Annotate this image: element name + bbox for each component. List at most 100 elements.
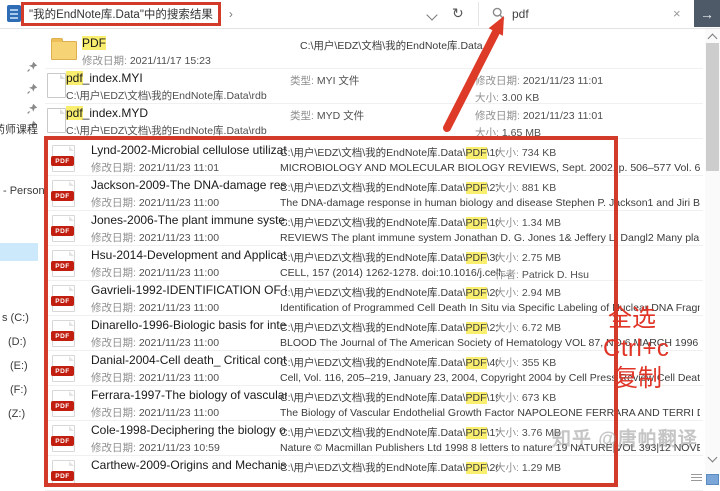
search-box[interactable]: × → (479, 0, 720, 28)
file-meta-value: 2.94 MB (522, 287, 561, 299)
explorer-document-icon (7, 5, 21, 22)
scroll-down-icon[interactable] (708, 453, 718, 463)
file-sub-label: 修改日期: (91, 442, 139, 454)
file-detail: REVIEWS The plant immune system Jonathan… (280, 232, 700, 244)
search-highlight: PDF (466, 217, 487, 229)
file-meta-label: 大小: (495, 462, 522, 474)
details-view-icon[interactable] (691, 474, 702, 483)
thumbnail-view-icon[interactable] (706, 474, 719, 485)
file-meta-value: 355 KB (522, 357, 556, 369)
file-row[interactable]: PDFGavrieli-1992-IDENTIFICATION OF PR...… (45, 280, 703, 316)
search-results-list: PDF 修改日期: 2021/11/17 15:23 C:\用户\EDZ\文档\我的… (0, 29, 705, 484)
file-detail: Identification of Programmed Cell Death … (280, 302, 700, 314)
sidebar-selected-item[interactable] (0, 243, 38, 261)
file-row[interactable]: PDFLynd-2002-Microbial cellulose utiliza… (45, 140, 703, 176)
vertical-scrollbar[interactable] (705, 29, 720, 473)
sidebar-item[interactable]: (F:) (10, 384, 27, 396)
scrollbar-thumb[interactable] (706, 43, 719, 171)
file-row[interactable]: PDFFerrara-1997-The biology of vascular … (45, 385, 703, 421)
file-sub-value: 2021/11/23 10:59 (139, 442, 220, 454)
file-path: C:\用户\EDZ\文档\我的EndNote库.Data\PDF\21... (280, 320, 498, 335)
file-meta-label: 修改日期: (475, 110, 523, 122)
pdf-icon: PDF (52, 320, 75, 347)
file-meta-label: 大小: (495, 217, 522, 229)
file-sub: 修改日期: 2021/11/17 15:23 (82, 53, 211, 68)
file-sub-value: 2021/11/23 11:00 (139, 407, 219, 419)
file-sub-label: 修改日期: (91, 162, 139, 174)
pdf-badge: PDF (51, 471, 74, 481)
refresh-icon[interactable]: ↻ (452, 5, 464, 22)
file-name: Jackson-2009-The DNA-damage resp... (91, 178, 287, 192)
file-row[interactable]: PDF Jackson-2009-The DNA-damage resp... 修改… (45, 175, 703, 211)
breadcrumb[interactable]: "我的EndNote库.Data"中的搜索结果 › (21, 0, 233, 28)
search-highlight: PDF (466, 462, 487, 474)
sidebar-item[interactable]: (Z:) (8, 408, 25, 420)
file-row[interactable]: pdf_index.MYIC:\用户\EDZ\文档\我的EndNote库.Dat… (45, 68, 703, 104)
file-path: C:\用户\EDZ\文档\我的EndNote库.Data (300, 38, 518, 53)
pin-icon (27, 81, 38, 92)
file-path: C:\用户\EDZ\文档\我的EndNote库.Data\PDF\10... (280, 145, 498, 160)
file-sub: 修改日期: 2021/11/23 11:00 (91, 230, 287, 245)
file-detail: Cell, Vol. 116, 205–219, January 23, 200… (280, 372, 700, 384)
sidebar-item[interactable]: s (C:) (2, 312, 29, 324)
file-path: C:\用户\EDZ\文档\我的EndNote库.Data\PDF\26... (280, 460, 498, 475)
file-meta-value: 2.75 MB (522, 252, 561, 264)
file-meta: 大小: 2.75 MB (495, 250, 589, 265)
file-sub-label: 修改日期: (82, 55, 130, 67)
file-sub-value: C:\用户\EDZ\文档\我的EndNote库.Data\rdb (66, 90, 267, 102)
chevron-down-icon[interactable] (426, 9, 437, 20)
search-input[interactable] (510, 4, 644, 24)
file-sub: 修改日期: 2021/11/23 11:00 (91, 195, 287, 210)
file-sub-value: 2021/11/23 11:00 (139, 232, 219, 244)
file-sub-value: 2021/11/17 15:23 (130, 55, 211, 67)
file-name: Hsu-2014-Development and Applicat... (91, 248, 287, 262)
search-highlight: PDF (466, 357, 487, 369)
file-detail: Nature © Macmillan Publishers Ltd 1998 8… (280, 442, 700, 454)
file-row[interactable]: pdf_index.MYDC:\用户\EDZ\文档\我的EndNote库.Dat… (45, 103, 703, 139)
breadcrumb-chevron-icon: › (229, 7, 233, 21)
file-type-label: 类型: (290, 75, 317, 87)
search-go-button[interactable]: → (694, 0, 720, 27)
file-meta: 大小: 1.29 MB (495, 460, 561, 475)
file-name: Cole-1998-Deciphering the biology o... (91, 423, 287, 437)
file-meta-value: 1.29 MB (522, 462, 561, 474)
file-row[interactable]: PDFJones-2006-The plant immune syste...修… (45, 210, 703, 246)
file-row[interactable]: PDFDinarello-1996-Biologic basis for int… (45, 315, 703, 351)
file-sub-value: 2021/11/23 11:00 (139, 372, 219, 384)
search-highlight: PDF (466, 287, 487, 299)
file-meta: 大小: 6.72 MB (495, 320, 561, 335)
pdf-icon: PDF (52, 285, 75, 312)
file-detail: The DNA-damage response in human biology… (280, 197, 700, 209)
clear-search-icon[interactable]: × (673, 6, 681, 21)
sidebar-item[interactable]: (E:) (10, 360, 28, 372)
file-sub-label: 修改日期: (91, 197, 139, 209)
file-meta-label: 大小: (495, 147, 522, 159)
sidebar-item[interactable]: - Persona (3, 185, 45, 197)
file-row[interactable]: PDF Cole-1998-Deciphering the biology o..… (45, 420, 703, 456)
file-meta-label: 大小: (495, 322, 522, 334)
address-bar-title[interactable]: "我的EndNote库.Data"中的搜索结果 (21, 2, 221, 26)
file-meta: 大小: 1.34 MB (495, 215, 561, 230)
file-meta-label: 大小: (495, 252, 522, 264)
file-path: C:\用户\EDZ\文档\我的EndNote库.Data\PDF\17... (280, 425, 498, 440)
sidebar-item[interactable]: (D:) (8, 336, 26, 348)
pdf-icon: PDF (52, 145, 75, 172)
file-row[interactable]: PDFDanial-2004-Cell death_ Critical cont… (45, 350, 703, 386)
scroll-up-icon[interactable] (708, 34, 718, 44)
file-sub-value: 2021/11/23 11:00 (139, 197, 219, 209)
file-sub: 修改日期: 2021/11/23 11:00 (91, 370, 287, 385)
folder-icon (51, 41, 77, 60)
file-row[interactable]: PDFCarthew-2009-Origins and Mechanis...C… (45, 455, 703, 491)
sidebar-item[interactable]: 药师课程 (0, 121, 38, 137)
file-sub-label: 修改日期: (91, 302, 139, 314)
file-meta-value: 2021/11/23 11:01 (523, 110, 603, 122)
file-icon (47, 73, 66, 98)
file-icon (47, 108, 66, 133)
file-row[interactable]: PDFHsu-2014-Development and Applicat...修… (45, 245, 703, 281)
pdf-badge: PDF (51, 191, 74, 201)
toolbar: "我的EndNote库.Data"中的搜索结果 › ↻ × → (0, 0, 720, 29)
folder-row[interactable]: PDF修改日期: 2021/11/17 15:23C:\用户\EDZ\文档\我的… (45, 33, 703, 69)
file-detail: BLOOD The Journal of The American Societ… (280, 337, 700, 349)
pdf-icon: PDF (52, 250, 75, 277)
pdf-icon: PDF (52, 425, 75, 452)
